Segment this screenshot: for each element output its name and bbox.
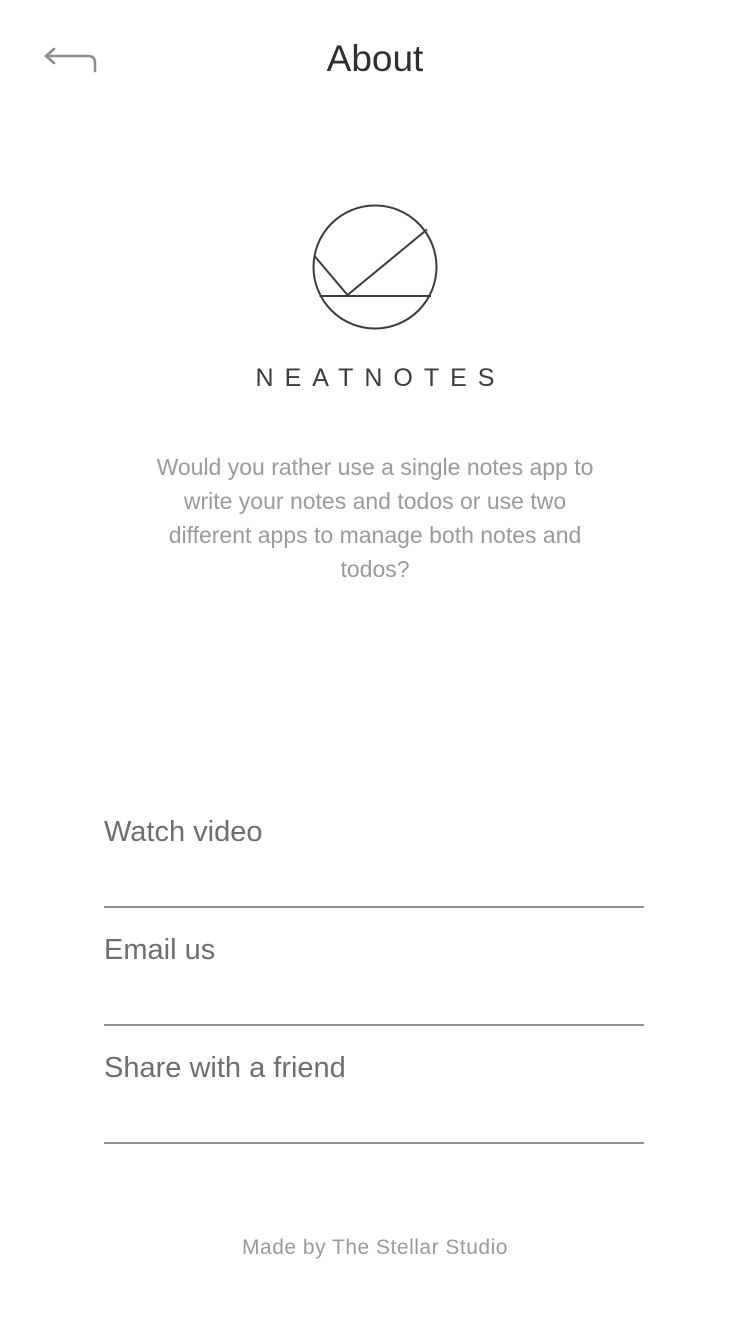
menu-item-label: Share with a friend bbox=[104, 1052, 346, 1084]
footer-credit: Made by The Stellar Studio bbox=[242, 1236, 508, 1259]
check-circle-logo-icon bbox=[312, 204, 438, 330]
app-description: Would you rather use a single notes app … bbox=[156, 454, 594, 582]
email-us-button[interactable]: Email us bbox=[104, 908, 644, 1026]
app-name: NEATNOTES bbox=[255, 364, 506, 392]
watch-video-button[interactable]: Watch video bbox=[104, 790, 644, 908]
page-title: About bbox=[326, 38, 424, 79]
menu-item-label: Email us bbox=[104, 934, 216, 966]
about-menu: Watch video Email us Share with a friend bbox=[104, 790, 644, 1144]
share-with-friend-button[interactable]: Share with a friend bbox=[104, 1026, 644, 1144]
menu-item-label: Watch video bbox=[104, 816, 263, 848]
about-screen: About NEATNOTES Would you rather use a s… bbox=[0, 0, 750, 1334]
